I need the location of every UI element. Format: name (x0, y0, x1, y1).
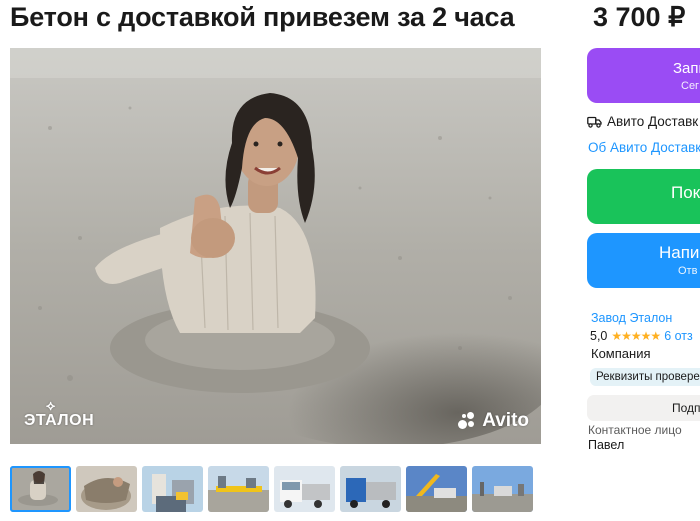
etalon-watermark: ⟡ ЭТАЛОН (24, 398, 94, 430)
avito-watermark: Avito (458, 410, 529, 432)
listing-title: Бетон с доставкой привезем за 2 часа (10, 2, 515, 32)
main-photo[interactable]: ⟡ ЭТАЛОН Avito (10, 48, 541, 444)
thumbnail-5[interactable] (274, 466, 335, 512)
thumbnail-3[interactable] (142, 466, 203, 512)
book-button[interactable]: Запи Сег (587, 48, 700, 103)
write-message-label: Напи (659, 243, 700, 262)
listing-price: 3 700 ₽ (593, 2, 686, 32)
write-message-button[interactable]: Напи Отв (587, 233, 700, 288)
rating-value: 5,0 (590, 329, 608, 343)
thumbnail-4[interactable] (208, 466, 269, 512)
contact-person-label: Контактное лицо (588, 423, 682, 437)
show-phone-label: Пок (671, 183, 700, 202)
avito-delivery: Авито Доставк (587, 114, 698, 129)
etalon-watermark-text: ЭТАЛОН (24, 412, 95, 429)
rating-stars-icon: ★★★★★ (611, 329, 661, 343)
concrete-photo-image (10, 48, 541, 444)
thumbnail-strip (10, 466, 533, 512)
thumbnail-2[interactable] (76, 466, 137, 512)
avito-logo-icon (458, 412, 478, 430)
thumbnail-8[interactable] (472, 466, 533, 512)
seller-name-link[interactable]: Завод Эталон (591, 311, 672, 325)
seller-type: Компания (591, 346, 651, 361)
verified-requisites-badge: Реквизиты провере (590, 368, 700, 386)
write-message-sub: Отв (678, 265, 698, 277)
thumbnail-7[interactable] (406, 466, 467, 512)
book-button-sub: Сег (681, 80, 700, 92)
etalon-logo-icon: ⟡ (46, 397, 56, 413)
contact-person-name: Павел (588, 438, 625, 452)
avito-watermark-text: Avito (482, 410, 529, 431)
delivery-info-link[interactable]: Об Авито Доставк (588, 140, 700, 155)
delivery-text: Авито Доставк (607, 114, 699, 129)
thumbnail-1[interactable] (10, 466, 71, 512)
seller-rating: 5,0 ★★★★★ 6 отз (590, 329, 693, 343)
show-phone-button[interactable]: Пок (587, 169, 700, 224)
reviews-link[interactable]: 6 отз (664, 329, 693, 343)
truck-icon (587, 116, 602, 128)
subscribe-button[interactable]: Подп (587, 395, 700, 421)
thumbnail-6[interactable] (340, 466, 401, 512)
book-button-label: Запи (673, 60, 700, 77)
